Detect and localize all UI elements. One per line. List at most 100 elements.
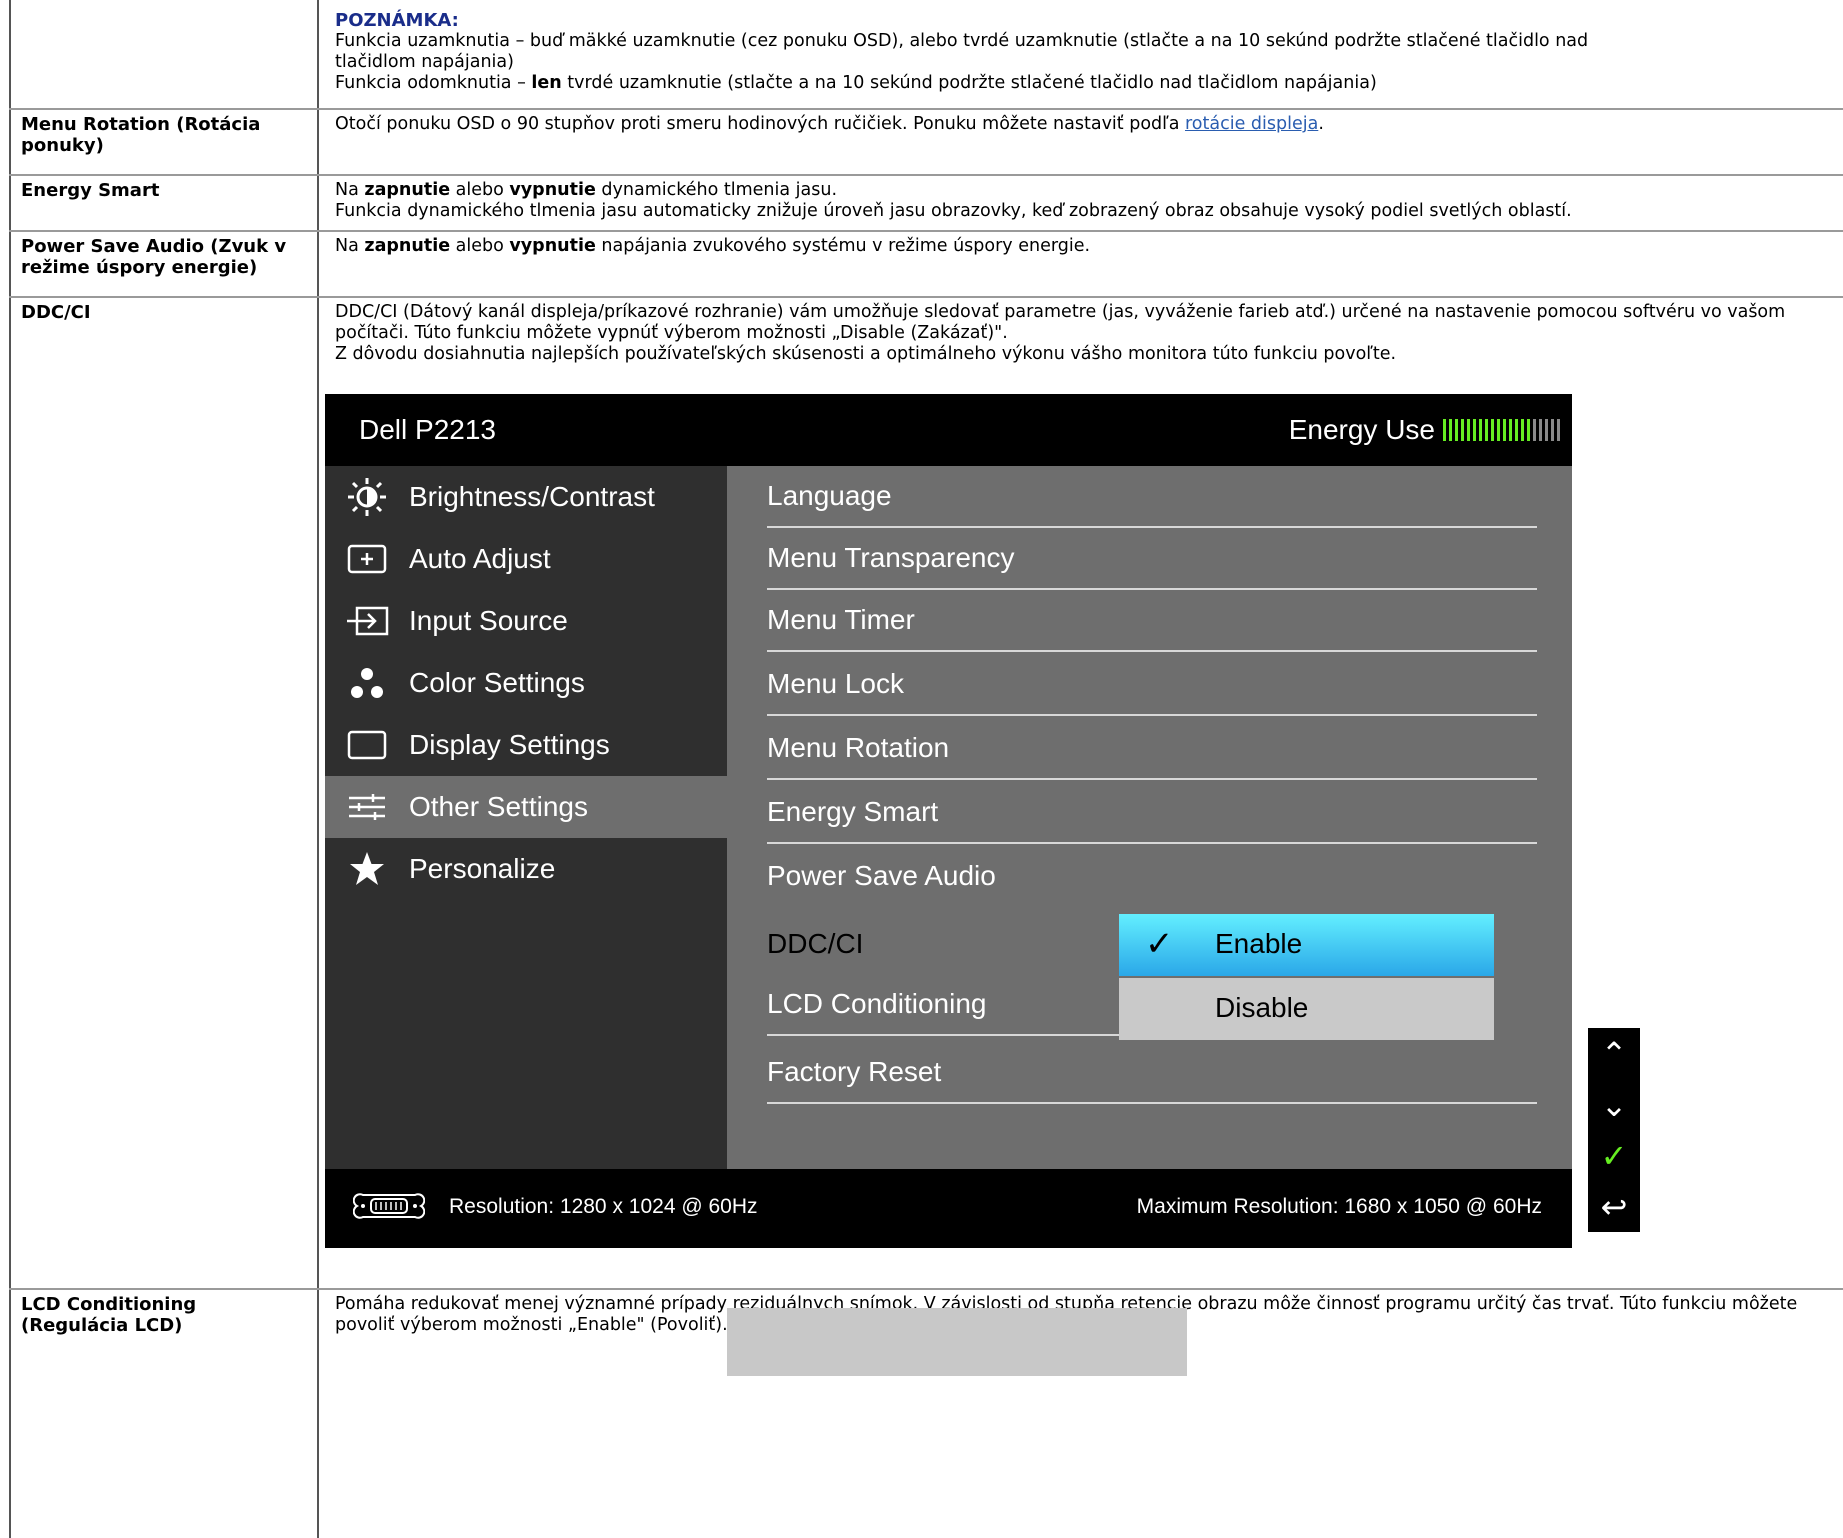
energy-meter-bar: [1455, 419, 1458, 441]
energy-meter-bar: [1533, 419, 1536, 441]
desc-ddc-ci-p1: DDC/CI (Dátový kanál displeja/príkazové …: [335, 302, 1786, 343]
osd-footer-max-resolution: Maximum Resolution: 1680 x 1050 @ 60Hz: [1136, 1195, 1542, 1218]
nav-ok-button[interactable]: ✓: [1588, 1130, 1640, 1181]
desc-menu-rotation-post: .: [1318, 114, 1324, 134]
nav-up-button[interactable]: ⌃: [1588, 1028, 1640, 1079]
osd-submenu-ddc-ci[interactable]: DDC/CI: [767, 910, 1177, 972]
osd-footer: Resolution: 1280 x 1024 @ 60Hz Maximum R…: [325, 1169, 1572, 1248]
osd-submenu-label: Menu Transparency: [767, 542, 1015, 573]
energy-meter-bar: [1539, 419, 1542, 441]
star-icon: [345, 849, 389, 889]
chevron-up-icon: ⌃: [1600, 1034, 1628, 1073]
es-c: alebo: [450, 180, 510, 200]
es-e: dynamického tlmenia jasu.: [595, 180, 838, 200]
osd-submenu-language[interactable]: Language: [767, 466, 1537, 528]
nav-down-button[interactable]: ⌄: [1588, 1079, 1640, 1130]
desc-energy-smart: Na zapnutie alebo vypnutie dynamického t…: [335, 180, 1830, 222]
label-menu-rotation: Menu Rotation (Rotácia ponuky): [21, 114, 261, 156]
note-box: POZNÁMKA: Funkcia uzamknutia – buď mäkké…: [335, 10, 1830, 94]
chevron-down-icon: ⌄: [1600, 1085, 1628, 1124]
osd-menu-personalize[interactable]: Personalize: [325, 838, 727, 900]
label-energy-smart: Energy Smart: [21, 180, 160, 201]
energy-meter-bar: [1473, 419, 1476, 441]
desc-ddc-ci: DDC/CI (Dátový kanál displeja/príkazové …: [335, 302, 1830, 365]
osd-submenu-lcd-conditioning[interactable]: LCD Conditioning: [767, 974, 1177, 1036]
note-line-3-pre: Funkcia odomknutia –: [335, 73, 532, 93]
osd-submenu-label: Menu Timer: [767, 604, 915, 635]
note-title: POZNÁMKA:: [335, 10, 459, 31]
display-settings-icon: [345, 725, 389, 765]
label-ddc-ci: DDC/CI: [21, 302, 91, 323]
input-source-icon: [345, 601, 389, 641]
osd-menu-other-settings[interactable]: Other Settings: [325, 776, 727, 838]
note-line-3: Funkcia odomknutia – len tvrdé uzamknuti…: [335, 73, 1830, 94]
energy-meter-bar: [1443, 419, 1446, 441]
es-d: vypnutie: [509, 180, 596, 200]
osd-menu-display-settings[interactable]: Display Settings: [325, 714, 727, 776]
osd-nav-buttons: ⌃ ⌄ ✓ ↩: [1588, 1028, 1640, 1232]
osd-submenu-label: Language: [767, 480, 892, 511]
osd-submenu-menu-timer[interactable]: Menu Timer: [767, 590, 1537, 652]
osd-submenu-label: Energy Smart: [767, 796, 939, 827]
osd-menu-label: Input Source: [409, 605, 568, 636]
energy-meter-bar: [1449, 419, 1452, 441]
energy-use-label: Energy Use: [1288, 414, 1435, 445]
psa-d: vypnutie: [509, 236, 596, 256]
energy-meter-bar: [1497, 419, 1500, 441]
osd-menu-color-settings[interactable]: Color Settings: [325, 652, 727, 714]
table-row-menu-rotation: Menu Rotation (Rotácia ponuky) Otočí pon…: [9, 110, 1843, 176]
psa-c: alebo: [450, 236, 510, 256]
osd-submenu-factory-reset[interactable]: Factory Reset: [767, 1042, 1537, 1104]
osd-option-disable[interactable]: Disable: [1119, 978, 1494, 1040]
osd-submenu-label: Factory Reset: [767, 1056, 942, 1087]
energy-meter-bar: [1491, 419, 1494, 441]
osd-menu-brightness-contrast[interactable]: Brightness/Contrast: [325, 466, 727, 528]
table-row-power-save-audio: Power Save Audio (Zvuk v režime úspory e…: [9, 232, 1843, 298]
back-arrow-icon: ↩: [1600, 1187, 1628, 1226]
osd-menu-label: Display Settings: [409, 729, 610, 760]
desc-menu-rotation: Otočí ponuku OSD o 90 stupňov proti smer…: [335, 114, 1830, 135]
table-row-energy-smart: Energy Smart Na zapnutie alebo vypnutie …: [9, 176, 1843, 232]
osd-submenu-energy-smart[interactable]: Energy Smart: [767, 782, 1537, 844]
energy-meter-bar: [1545, 419, 1548, 441]
osd-submenu-menu-lock[interactable]: Menu Lock: [767, 654, 1537, 716]
table-row-note: POZNÁMKA: Funkcia uzamknutia – buď mäkké…: [9, 0, 1843, 110]
brightness-icon: [345, 477, 389, 517]
checkmark-icon: ✓: [1600, 1136, 1628, 1175]
osd-menu-label: Brightness/Contrast: [409, 481, 655, 512]
osd-option-enable-label: Enable: [1215, 928, 1303, 959]
link-display-rotation[interactable]: rotácie displeja: [1185, 114, 1318, 134]
osd-menu-label: Auto Adjust: [409, 543, 551, 574]
osd-submenu-power-save-audio[interactable]: Power Save Audio: [767, 846, 1537, 908]
energy-meter-bar: [1557, 419, 1560, 441]
nav-back-button[interactable]: ↩: [1588, 1181, 1640, 1232]
osd-footer-resolution: Resolution: 1280 x 1024 @ 60Hz: [449, 1195, 758, 1218]
energy-meter-bar: [1467, 419, 1470, 441]
energy-meter-bar: [1503, 419, 1506, 441]
osd-submenu-menu-rotation[interactable]: Menu Rotation: [767, 718, 1537, 780]
energy-meter-bar: [1527, 419, 1530, 441]
energy-meter-bar: [1521, 419, 1524, 441]
osd-title: Dell P2213: [359, 414, 496, 445]
desc-energy-smart-line-2: Funkcia dynamického tlmenia jasu automat…: [335, 201, 1572, 221]
osd-submenu-menu-transparency[interactable]: Menu Transparency: [767, 528, 1537, 590]
label-power-save-audio: Power Save Audio (Zvuk v režime úspory e…: [21, 236, 287, 278]
note-line-3-bold: len: [531, 73, 562, 93]
osd-option-enable[interactable]: ✓ Enable: [1119, 914, 1494, 976]
osd-submenu-divider: [767, 778, 1537, 780]
checkmark-icon: ✓: [1145, 925, 1174, 963]
energy-meter-bar: [1509, 419, 1512, 441]
energy-meter-bar: [1515, 419, 1518, 441]
energy-meter-bar: [1551, 419, 1554, 441]
note-line-3-post: tvrdé uzamknutie (stlačte a na 10 sekúnd…: [561, 73, 1377, 93]
osd-menu-input-source[interactable]: Input Source: [325, 590, 727, 652]
osd-submenu-divider: [767, 1034, 1177, 1036]
desc-power-save-audio: Na zapnutie alebo vypnutie napájania zvu…: [335, 236, 1830, 257]
other-settings-icon: [345, 787, 389, 827]
osd-menu-label: Color Settings: [409, 667, 585, 698]
es-a: Na: [335, 180, 365, 200]
osd-menu-auto-adjust[interactable]: Auto Adjust: [325, 528, 727, 590]
psa-b: zapnutie: [364, 236, 451, 256]
osd-submenu-label: DDC/CI: [767, 928, 864, 959]
osd-energy-use: Energy Use: [1289, 414, 1560, 446]
